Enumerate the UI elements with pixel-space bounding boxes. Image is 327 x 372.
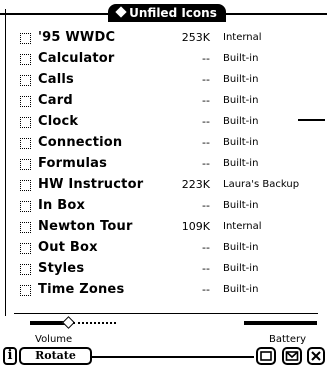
package-name: Newton Tour — [38, 219, 133, 234]
package-size: -- — [202, 262, 210, 275]
select-checkbox[interactable] — [20, 33, 31, 44]
package-name: Clock — [38, 114, 79, 129]
volume-slider-track[interactable] — [73, 322, 116, 324]
select-checkbox[interactable] — [20, 264, 31, 275]
close-icon — [311, 351, 321, 361]
package-location: Built-in — [223, 200, 259, 211]
list-item[interactable]: Out Box -- Built-in — [0, 238, 327, 258]
package-name: Card — [38, 93, 73, 108]
list-item[interactable]: Connection -- Built-in — [0, 133, 327, 153]
package-location: Built-in — [223, 284, 259, 295]
select-checkbox[interactable] — [20, 285, 31, 296]
package-name: Connection — [38, 135, 123, 150]
package-name: '95 WWDC — [38, 30, 116, 45]
package-size: -- — [202, 241, 210, 254]
list-item[interactable]: Clock -- Built-in — [0, 112, 327, 132]
select-checkbox[interactable] — [20, 96, 31, 107]
package-location: Internal — [223, 32, 262, 43]
select-checkbox[interactable] — [20, 75, 31, 86]
folder-tab-title[interactable]: Unfiled Icons — [108, 5, 226, 21]
select-checkbox[interactable] — [20, 54, 31, 65]
package-size: -- — [202, 52, 210, 65]
package-name: Out Box — [38, 240, 98, 255]
volume-label: Volume — [35, 334, 73, 345]
package-name: Time Zones — [38, 282, 125, 297]
package-location: Built-in — [223, 53, 259, 64]
status-divider — [14, 313, 318, 314]
package-size: -- — [202, 115, 210, 128]
package-size: -- — [202, 199, 210, 212]
package-name: Calculator — [38, 51, 115, 66]
package-location: Built-in — [223, 242, 259, 253]
list-item[interactable]: '95 WWDC 253K Internal — [0, 28, 327, 48]
package-size: -- — [202, 283, 210, 296]
close-button[interactable] — [307, 347, 325, 365]
package-size: 223K — [181, 178, 210, 191]
package-size: -- — [202, 73, 210, 86]
package-size: -- — [202, 94, 210, 107]
package-location: Built-in — [223, 116, 259, 127]
info-icon: i — [7, 348, 13, 363]
package-location: Built-in — [223, 95, 259, 106]
battery-gauge — [244, 321, 317, 325]
package-location: Built-in — [223, 263, 259, 274]
select-checkbox[interactable] — [20, 138, 31, 149]
list-item[interactable]: In Box -- Built-in — [0, 196, 327, 216]
select-checkbox[interactable] — [20, 159, 31, 170]
list-item[interactable]: Newton Tour 109K Internal — [0, 217, 327, 237]
overview-button[interactable] — [256, 347, 276, 365]
folder-title: Unfiled Icons — [129, 6, 217, 20]
package-size: -- — [202, 136, 210, 149]
select-checkbox[interactable] — [20, 243, 31, 254]
list-item[interactable]: Calls -- Built-in — [0, 70, 327, 90]
package-location: Laura's Backup — [223, 179, 300, 190]
package-location: Built-in — [223, 158, 259, 169]
list-item[interactable]: Time Zones -- Built-in — [0, 280, 327, 300]
select-checkbox[interactable] — [20, 201, 31, 212]
folder-tab[interactable]: Unfiled Icons — [0, 4, 327, 22]
info-button[interactable]: i — [3, 347, 17, 365]
package-size: 253K — [181, 31, 210, 44]
list-item[interactable]: Calculator -- Built-in — [0, 49, 327, 69]
package-name: Styles — [38, 261, 85, 276]
package-name: In Box — [38, 198, 86, 213]
package-location: Internal — [223, 221, 262, 232]
routing-button[interactable] — [282, 347, 302, 365]
package-size: 109K — [181, 220, 210, 233]
rotate-button[interactable]: Rotate — [19, 347, 92, 365]
select-checkbox[interactable] — [20, 180, 31, 191]
list-item[interactable]: Card -- Built-in — [0, 91, 327, 111]
list-item[interactable]: Styles -- Built-in — [0, 259, 327, 279]
list-item[interactable]: HW Instructor 223K Laura's Backup — [0, 175, 327, 195]
list-item[interactable]: Formulas -- Built-in — [0, 154, 327, 174]
select-checkbox[interactable] — [20, 222, 31, 233]
envelope-icon — [285, 351, 299, 361]
package-location: Built-in — [223, 137, 259, 148]
package-size: -- — [202, 157, 210, 170]
package-name: Calls — [38, 72, 74, 87]
package-name: HW Instructor — [38, 177, 144, 192]
overview-icon — [260, 351, 272, 361]
diamond-icon — [115, 6, 127, 18]
newton-screen: Unfiled Icons '95 WWDC 253K Internal Cal… — [0, 0, 327, 372]
package-name: Formulas — [38, 156, 108, 171]
select-checkbox[interactable] — [20, 117, 31, 128]
package-location: Built-in — [223, 74, 259, 85]
battery-label: Battery — [269, 334, 307, 345]
